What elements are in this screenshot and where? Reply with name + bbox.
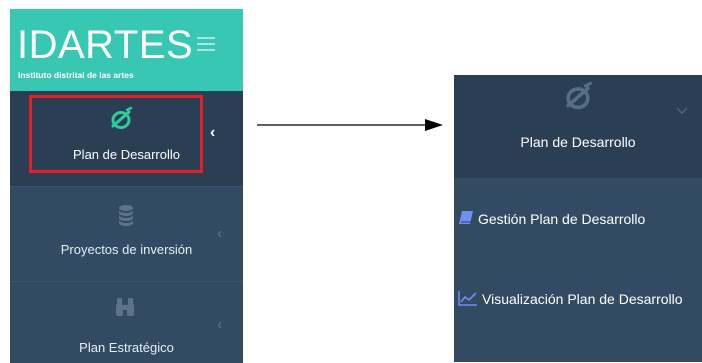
menu-header-plan-de-desarrollo[interactable]: Plan de Desarrollo bbox=[454, 75, 702, 178]
brand-subtitle: Instituto distrital de las artes bbox=[18, 70, 134, 80]
brand-title[interactable]: IDARTES bbox=[17, 25, 193, 65]
sidebar-item-proyectos-de-inversion[interactable]: Proyectos de inversión ‹ bbox=[10, 186, 243, 281]
chevron-left-icon: ‹ bbox=[217, 225, 223, 242]
radar-icon bbox=[566, 81, 592, 110]
sidebar-item-label: Proyectos de inversión bbox=[60, 242, 193, 257]
menu-toggle-icon[interactable] bbox=[197, 37, 215, 51]
submenu-item-label: Gestión Plan de Desarrollo bbox=[478, 211, 646, 227]
brand-header: IDARTES Instituto distrital de las artes bbox=[10, 9, 243, 91]
submenu-item-label: Visualización Plan de Desarrollo bbox=[482, 291, 683, 307]
sidebar: IDARTES Instituto distrital de las artes… bbox=[10, 9, 243, 363]
database-icon bbox=[119, 205, 133, 226]
binoculars-icon bbox=[116, 298, 134, 316]
submenu: Gestión Plan de Desarrollo Visualización… bbox=[454, 178, 702, 362]
chevron-left-icon: ‹ bbox=[217, 316, 223, 333]
sidebar-item-plan-estrategico[interactable]: Plan Estratégico ‹ bbox=[10, 281, 243, 363]
arrow-right-icon bbox=[257, 119, 443, 131]
book-icon bbox=[459, 211, 473, 224]
chevron-down-icon bbox=[676, 107, 688, 115]
highlight-box bbox=[29, 95, 203, 173]
sidebar-item-label: Plan Estratégico bbox=[79, 340, 174, 355]
submenu-item-gestion[interactable]: Gestión Plan de Desarrollo bbox=[458, 206, 694, 232]
menu-header-label: Plan de Desarrollo bbox=[520, 134, 636, 150]
expanded-menu: Plan de Desarrollo Gestión Plan de Desar… bbox=[454, 75, 702, 362]
line-chart-icon bbox=[458, 291, 477, 306]
submenu-item-visualizacion[interactable]: Visualización Plan de Desarrollo bbox=[458, 286, 694, 312]
chevron-left-icon: ‹ bbox=[210, 124, 216, 141]
